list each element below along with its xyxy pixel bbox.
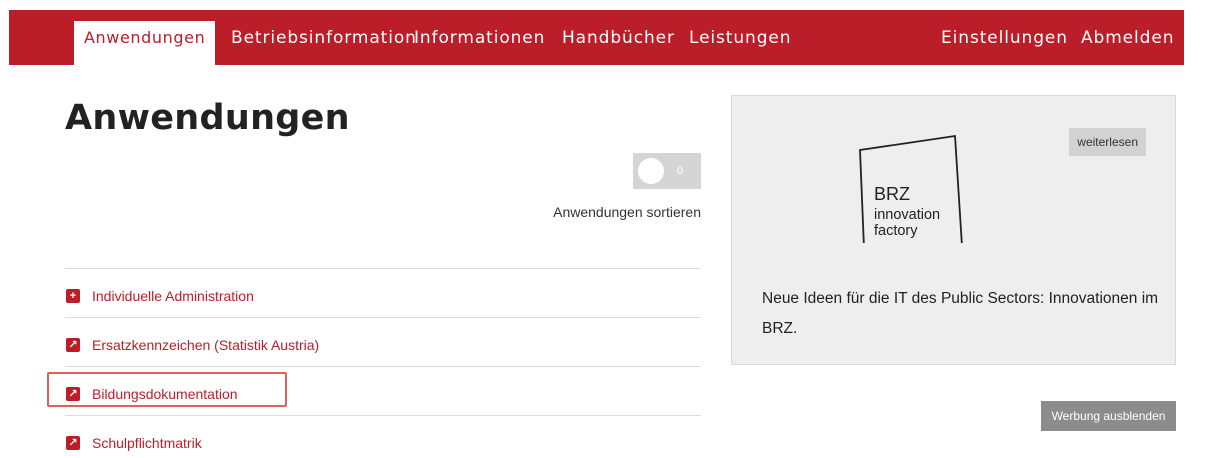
- sort-toggle[interactable]: 0: [633, 153, 701, 189]
- hide-ads-button[interactable]: Werbung ausblenden: [1041, 401, 1176, 431]
- nav-einstellungen[interactable]: Einstellungen: [941, 10, 1068, 65]
- nav-anwendungen[interactable]: Anwendungen: [74, 21, 216, 65]
- nav-abmelden[interactable]: Abmelden: [1081, 10, 1174, 65]
- logo-line-3: factory: [874, 223, 918, 239]
- external-link-icon: ↗: [66, 387, 80, 401]
- main-navbar: Anwendungen Betriebsinformation Informat…: [9, 10, 1184, 65]
- app-label[interactable]: Bildungsdokumentation: [92, 386, 238, 402]
- logo-line-1: BRZ: [874, 184, 910, 204]
- app-item-schulpflichtmatrik[interactable]: ↗ Schulpflichtmatrik: [65, 416, 701, 458]
- nav-leistungen[interactable]: Leistungen: [689, 10, 791, 65]
- nav-betriebsinformation[interactable]: Betriebsinformation: [231, 10, 417, 65]
- external-link-icon: ↗: [66, 436, 80, 450]
- promo-box: weiterlesen BRZ innovation factory Neue …: [731, 95, 1176, 365]
- nav-informationen[interactable]: Informationen: [414, 10, 545, 65]
- promo-text: Neue Ideen für die IT des Public Sectors…: [762, 290, 1159, 337]
- toggle-knob: [638, 158, 664, 184]
- logo-line-2: innovation: [874, 207, 940, 223]
- app-item-bildungsdokumentation[interactable]: ↗ Bildungsdokumentation: [65, 367, 701, 416]
- app-item-ersatzkennzeichen[interactable]: ↗ Ersatzkennzeichen (Statistik Austria): [65, 318, 701, 367]
- plus-icon: +: [66, 289, 80, 303]
- nav-handbuecher[interactable]: Handbücher: [562, 10, 675, 65]
- read-more-button[interactable]: weiterlesen: [1069, 128, 1146, 156]
- external-link-icon: ↗: [66, 338, 80, 352]
- app-label[interactable]: Schulpflichtmatrik: [92, 435, 202, 451]
- toggle-state-text: 0: [677, 165, 684, 177]
- application-list: + Individuelle Administration ↗ Ersatzke…: [65, 268, 701, 458]
- page-title: Anwendungen: [65, 98, 350, 138]
- app-label[interactable]: Individuelle Administration: [92, 288, 254, 304]
- sort-label: Anwendungen sortieren: [553, 204, 701, 220]
- brz-logo: BRZ innovation factory: [859, 134, 963, 243]
- app-label[interactable]: Ersatzkennzeichen (Statistik Austria): [92, 337, 319, 353]
- app-item-individuelle-administration[interactable]: + Individuelle Administration: [65, 269, 701, 318]
